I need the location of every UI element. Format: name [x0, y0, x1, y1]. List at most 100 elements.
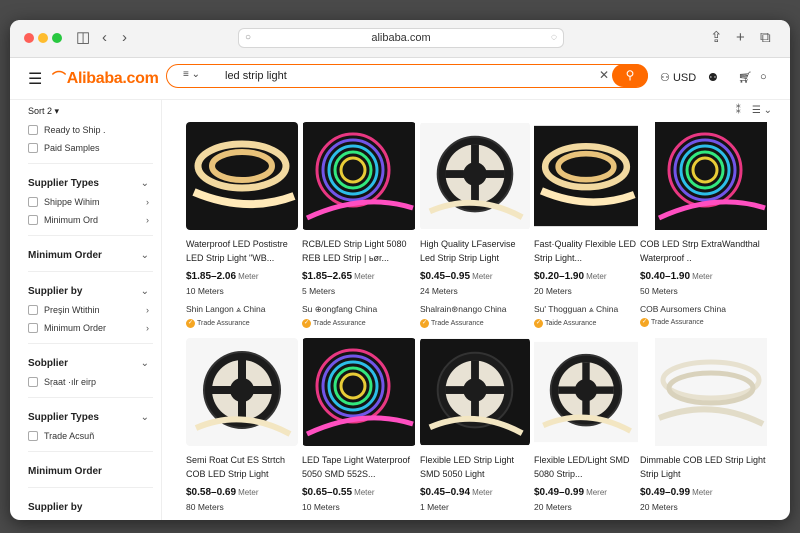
product-card[interactable]: Waterproof LED Postistre LED Strip Light…: [186, 122, 298, 328]
account-icon[interactable]: ⚉: [708, 71, 718, 84]
product-image[interactable]: [302, 338, 416, 446]
filter-option[interactable]: Ready to Ship .: [28, 125, 161, 135]
product-title[interactable]: RCB/LED Strip Light 5080 REB LED Strip |…: [302, 237, 416, 265]
filter-option[interactable]: Trade Acsuñ: [28, 431, 161, 441]
product-image[interactable]: [640, 338, 782, 446]
product-image[interactable]: [534, 338, 638, 446]
product-card[interactable]: Semi Roat Cut ES Strtch COB LED Strip Li…: [186, 338, 298, 520]
supplier-name[interactable]: Shin Langon ⩓ China: [186, 304, 298, 315]
filter-section-header[interactable]: Minimum Order: [28, 466, 161, 477]
filter-option[interactable]: Sṛaat ·ılr eirp: [28, 377, 161, 387]
supplier-name[interactable]: COB Aursomers China: [640, 304, 782, 314]
share-icon[interactable]: ⇪: [710, 29, 723, 47]
filter-option[interactable]: Minimum Ord ›: [28, 215, 161, 225]
product-title[interactable]: Flexible LED/Light SMD 5080 Strip...: [534, 453, 638, 481]
trade-assurance-badge: ✓ Trade Assurance: [186, 319, 298, 328]
price-unit: Meter: [692, 272, 713, 281]
filter-section-header[interactable]: Sobplier ⌄: [28, 358, 161, 369]
alibaba-logo[interactable]: ⌒Alibaba.com: [52, 68, 159, 88]
product-image[interactable]: [420, 122, 530, 230]
supplier-name[interactable]: Su' Thogguan ⩓ China: [534, 304, 638, 315]
product-image[interactable]: [534, 122, 638, 230]
filter-section-header[interactable]: Minimum Order ⌄: [28, 250, 161, 261]
chevron-down-icon: ⌄: [140, 286, 149, 297]
min-order-quantity: 50 Meters: [640, 286, 678, 296]
menu-icon[interactable]: ☰: [28, 69, 42, 89]
search-input[interactable]: [225, 68, 585, 84]
product-image[interactable]: [640, 122, 782, 230]
divider: [28, 487, 153, 488]
checkbox[interactable]: [28, 323, 38, 333]
currency-selector[interactable]: ⚇ USD: [660, 71, 696, 84]
product-card[interactable]: Dimmable COB LED Strip Light Strip Light…: [640, 338, 782, 520]
price-unit: Meter: [238, 272, 259, 281]
product-title[interactable]: Fast·Quality Flexible LED Strip Light...: [534, 237, 638, 265]
product-image[interactable]: [186, 122, 298, 230]
checkbox[interactable]: [28, 215, 38, 225]
sort-dropdown[interactable]: Sort 2 ▾: [28, 106, 161, 117]
checkbox[interactable]: [28, 377, 38, 387]
chevron-right-icon: ›: [146, 197, 149, 207]
filter-option[interactable]: Shippe Wihim ›: [28, 197, 161, 207]
tabs-overview-icon[interactable]: ⧉: [760, 29, 771, 47]
filter-section-header[interactable]: Supplier by: [28, 502, 161, 513]
messages-icon[interactable]: ○: [760, 71, 767, 83]
site-info-icon[interactable]: ○: [245, 29, 251, 47]
product-card[interactable]: RCB/LED Strip Light 5080 REB LED Strip |…: [302, 122, 416, 328]
browser-window: ◫ ‹ › ○ alibaba.com ◌ ⇪ + ⧉ ☰ ⌒Alibaba.c…: [10, 20, 790, 520]
back-icon[interactable]: ‹: [102, 29, 107, 47]
filter-section-header[interactable]: Supplier Types ⌄: [28, 178, 161, 189]
filter-section-header[interactable]: Supplier by ⌄: [28, 286, 161, 297]
filter-section-header[interactable]: Supplier Types ⌄: [28, 412, 161, 423]
min-order-quantity: 10 Meters: [186, 286, 224, 296]
product-title[interactable]: Flexible LED Strip Light SMD 5050 Light: [420, 453, 530, 481]
product-card[interactable]: Flexible LED/Light SMD 5080 Strip... $0.4…: [534, 338, 638, 520]
reload-icon[interactable]: ◌: [551, 29, 557, 47]
list-view-icon[interactable]: ☰ ⌄: [752, 105, 772, 116]
product-title[interactable]: COB LED Strp ExtraWandthal Waterproof ..: [640, 237, 782, 265]
logo-text: Alibaba.com: [66, 70, 159, 87]
product-image[interactable]: [186, 338, 298, 446]
filter-option[interactable]: Paid Samples: [28, 143, 161, 153]
search-category-select[interactable]: ≡ ⌄: [183, 69, 200, 80]
close-window-button[interactable]: [24, 33, 34, 43]
forward-icon[interactable]: ›: [122, 29, 127, 47]
maximize-window-button[interactable]: [52, 33, 62, 43]
filter-option[interactable]: Preşin Wtithin ›: [28, 305, 161, 315]
search-button[interactable]: ⚲: [612, 64, 648, 87]
supplier-name[interactable]: Su ⊕ongfang China: [302, 304, 416, 315]
product-image[interactable]: [420, 338, 530, 446]
product-price: $0.65–0.55 Meter: [302, 487, 416, 498]
min-order-quantity: 80 Meters: [186, 502, 224, 512]
filter-option-label: Minimum Ord: [44, 215, 99, 225]
trade-assurance-icon: ✓: [534, 319, 543, 328]
product-title[interactable]: Waterproof LED Postistre LED Strip Light…: [186, 237, 298, 265]
product-title[interactable]: Semi Roat Cut ES Strtch COB LED Strip Li…: [186, 453, 298, 481]
filter-option[interactable]: Minimum Order ›: [28, 323, 161, 333]
new-tab-icon[interactable]: +: [736, 29, 745, 47]
address-bar[interactable]: ○ alibaba.com ◌: [238, 28, 564, 48]
product-title[interactable]: LED Tape Light Waterproof 5050 SMD 552S.…: [302, 453, 416, 481]
checkbox[interactable]: [28, 197, 38, 207]
product-title[interactable]: High Quality LFaservise Led Strip Strip …: [420, 237, 530, 265]
filter-section-title: Supplier by: [28, 502, 83, 513]
checkbox[interactable]: [28, 143, 38, 153]
product-card[interactable]: LED Tape Light Waterproof 5050 SMD 552S.…: [302, 338, 416, 520]
minimize-window-button[interactable]: [38, 33, 48, 43]
product-card[interactable]: COB LED Strp ExtraWandthal Waterproof ..…: [640, 122, 782, 327]
product-price: $0.45–0.95 Meter: [420, 271, 530, 282]
product-card[interactable]: Fast·Quality Flexible LED Strip Light...…: [534, 122, 638, 328]
product-title[interactable]: Dimmable COB LED Strip Light Strip Light: [640, 453, 782, 481]
product-card[interactable]: Flexible LED Strip Light SMD 5050 Light $…: [420, 338, 530, 520]
cart-icon[interactable]: 🛒︎: [738, 71, 752, 84]
supplier-name[interactable]: Shalrain⊛nango China: [420, 304, 530, 315]
checkbox[interactable]: [28, 125, 38, 135]
grid-view-icon[interactable]: ⁑: [736, 105, 741, 116]
checkbox[interactable]: [28, 305, 38, 315]
checkbox[interactable]: [28, 431, 38, 441]
url-text: alibaba.com: [371, 32, 431, 44]
sidebar-toggle-icon[interactable]: ◫: [76, 29, 90, 47]
product-image[interactable]: [302, 122, 416, 230]
clear-search-icon[interactable]: ✕: [599, 68, 609, 82]
product-card[interactable]: High Quality LFaservise Led Strip Strip …: [420, 122, 530, 328]
